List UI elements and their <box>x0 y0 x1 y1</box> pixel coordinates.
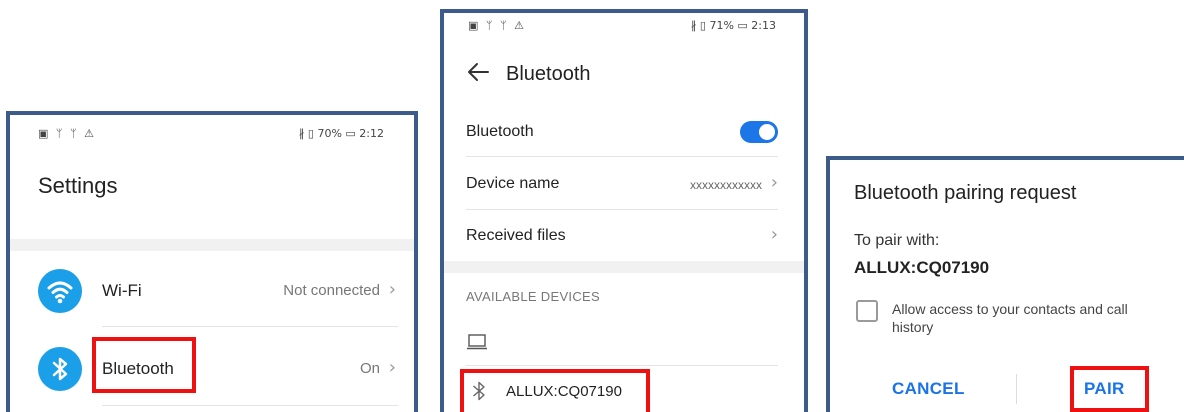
row-divider <box>102 405 398 406</box>
chevron-right-icon: › <box>388 279 396 300</box>
button-divider <box>1016 374 1017 404</box>
status-right-info: ∦ ▯ 70% ▭ 2:12 <box>298 127 384 140</box>
highlight-box-device <box>460 369 650 412</box>
settings-item-bluetooth[interactable]: Bluetooth On › <box>10 335 414 403</box>
status-left-icons: ▣ ᛘ ᛘ ⚠ <box>468 19 526 32</box>
row-divider <box>466 156 778 157</box>
device-name-value: xxxxxxxxxxxx <box>690 178 762 192</box>
chevron-right-icon: › <box>770 224 778 245</box>
wifi-icon <box>38 269 82 313</box>
page-title: Bluetooth <box>506 63 591 85</box>
bluetooth-screen: ▣ ᛘ ᛘ ⚠ ∦ ▯ 71% ▭ 2:13 Bluetooth Bluetoo… <box>440 9 808 412</box>
row-divider <box>102 326 398 327</box>
dialog-title: Bluetooth pairing request <box>854 182 1077 204</box>
chevron-right-icon: › <box>388 357 396 378</box>
device-name-row[interactable]: Device name xxxxxxxxxxxx › <box>444 161 804 207</box>
section-separator <box>444 261 804 273</box>
bluetooth-toggle-row: Bluetooth <box>444 111 804 155</box>
back-arrow-icon[interactable] <box>466 59 492 85</box>
row-divider <box>466 365 778 366</box>
cancel-button[interactable]: CANCEL <box>892 379 965 399</box>
status-right-info: ∦ ▯ 71% ▭ 2:13 <box>690 19 776 32</box>
contacts-access-checkbox[interactable] <box>856 300 878 322</box>
pair-device-name: ALLUX:CQ07190 <box>854 258 990 277</box>
status-bar: ▣ ᛘ ᛘ ⚠ ∦ ▯ 71% ▭ 2:13 <box>468 19 776 41</box>
bluetooth-icon <box>38 347 82 391</box>
received-files-label: Received files <box>466 227 566 244</box>
page-title: Settings <box>38 173 118 198</box>
wifi-label: Wi-Fi <box>102 281 142 300</box>
available-device-laptop[interactable] <box>466 331 766 359</box>
highlight-box-bluetooth <box>92 337 196 393</box>
pair-with-label: To pair with: <box>854 232 940 249</box>
device-name-label: Device name <box>466 175 560 192</box>
laptop-icon <box>466 333 488 356</box>
highlight-box-pair <box>1070 366 1149 412</box>
chevron-right-icon: › <box>770 172 778 193</box>
status-left-icons: ▣ ᛘ ᛘ ⚠ <box>38 127 96 140</box>
bluetooth-toggle-label: Bluetooth <box>466 123 534 140</box>
wifi-status: Not connected <box>283 282 380 299</box>
received-files-row[interactable]: Received files › <box>444 213 804 259</box>
row-divider <box>466 209 778 210</box>
bluetooth-status: On <box>359 360 380 377</box>
bluetooth-toggle[interactable] <box>740 121 778 143</box>
available-devices-header: AVAILABLE DEVICES <box>466 289 600 304</box>
settings-item-wifi[interactable]: Wi-Fi Not connected › <box>10 257 414 325</box>
status-bar: ▣ ᛘ ᛘ ⚠ ∦ ▯ 70% ▭ 2:12 <box>38 127 384 149</box>
contacts-access-label: Allow access to your contacts and call h… <box>892 301 1128 335</box>
pairing-dialog: Bluetooth pairing request To pair with: … <box>826 156 1184 412</box>
section-separator <box>10 239 414 251</box>
settings-screen: ▣ ᛘ ᛘ ⚠ ∦ ▯ 70% ▭ 2:12 Settings Wi-Fi No… <box>6 111 418 412</box>
